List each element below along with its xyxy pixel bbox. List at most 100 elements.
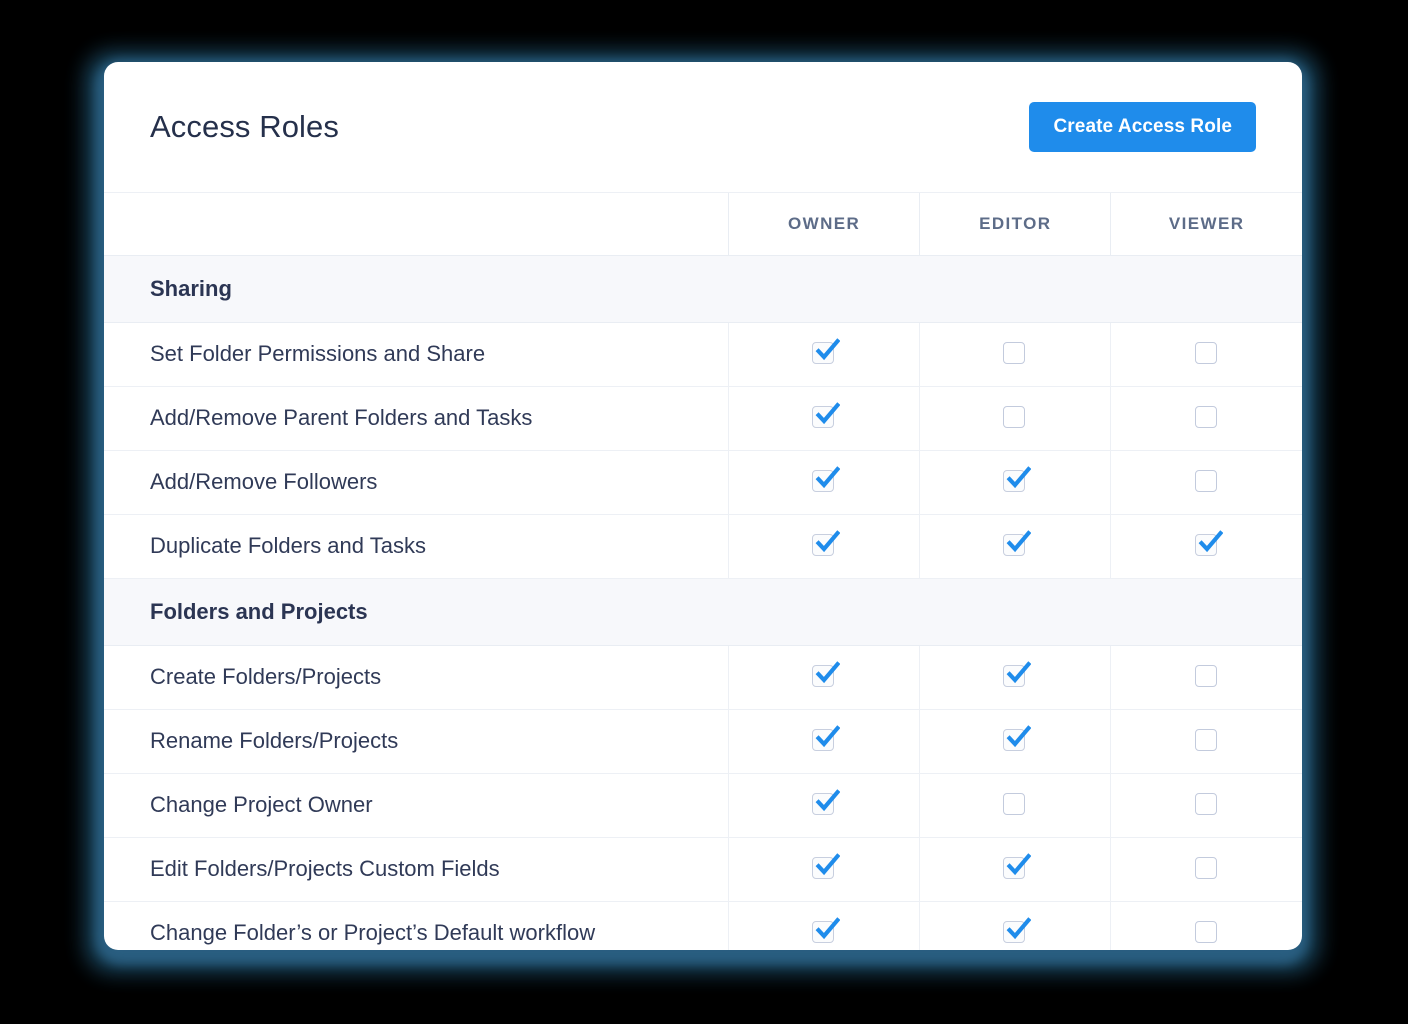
cell-viewer[interactable]: [1110, 837, 1302, 902]
table-row: Change Project Owner: [104, 773, 1302, 838]
cell-owner[interactable]: [728, 901, 920, 950]
checkbox-checked-icon[interactable]: [812, 338, 841, 366]
card-header: Access Roles Create Access Role: [104, 62, 1302, 193]
checkbox-checked-icon[interactable]: [812, 853, 841, 881]
checkbox-checked-icon[interactable]: [1003, 853, 1032, 881]
cell-owner[interactable]: [728, 322, 920, 387]
cell-editor[interactable]: [919, 773, 1111, 838]
column-header-viewer: VIEWER: [1110, 193, 1302, 256]
cell-owner[interactable]: [728, 645, 920, 710]
checkbox-unchecked-icon[interactable]: [1194, 470, 1219, 494]
cell-viewer[interactable]: [1110, 773, 1302, 838]
checkbox-unchecked-icon[interactable]: [1194, 921, 1219, 945]
cell-viewer[interactable]: [1110, 514, 1302, 579]
checkbox-unchecked-icon[interactable]: [1003, 342, 1027, 366]
cell-viewer[interactable]: [1110, 709, 1302, 774]
section-title: Folders and Projects: [104, 577, 1302, 646]
cell-owner[interactable]: [728, 709, 920, 774]
checkbox-box: [1194, 342, 1217, 364]
checkbox-unchecked-icon[interactable]: [1194, 793, 1219, 817]
checkbox-unchecked-icon[interactable]: [1194, 665, 1219, 689]
cell-editor[interactable]: [919, 901, 1111, 950]
checkbox-checked-icon[interactable]: [1003, 530, 1032, 558]
table-row: Edit Folders/Projects Custom Fields: [104, 837, 1302, 902]
checkbox-checked-icon[interactable]: [812, 661, 841, 689]
cell-owner[interactable]: [728, 773, 920, 838]
permission-label: Change Project Owner: [104, 773, 729, 838]
permission-label: Create Folders/Projects: [104, 645, 729, 710]
access-roles-card: Access Roles Create Access Role OWNER ED…: [104, 62, 1302, 950]
checkbox-box: [1003, 793, 1026, 815]
permission-label: Change Folder’s or Project’s Default wor…: [150, 920, 596, 946]
permission-label: Set Folder Permissions and Share: [104, 322, 729, 387]
checkbox-box: [1003, 406, 1026, 428]
table-row: Add/Remove Parent Folders and Tasks: [104, 386, 1302, 451]
checkbox-checked-icon[interactable]: [1003, 466, 1032, 494]
checkbox-checked-icon[interactable]: [812, 725, 841, 753]
checkbox-checked-icon[interactable]: [1003, 725, 1032, 753]
table-row: Add/Remove Followers: [104, 450, 1302, 515]
cell-editor[interactable]: [919, 322, 1111, 387]
table-row: Rename Folders/Projects: [104, 709, 1302, 774]
cell-editor[interactable]: [919, 514, 1111, 579]
column-header-owner: OWNER: [728, 193, 920, 256]
screen: Access Roles Create Access Role OWNER ED…: [0, 0, 1408, 1024]
checkbox-box: [1194, 921, 1217, 944]
checkbox-box: [1194, 793, 1217, 815]
table-row: Change Folder’s or Project’s Default wor…: [104, 901, 1302, 950]
cell-owner[interactable]: [728, 450, 920, 515]
permissions-table: OWNER EDITOR VIEWER Sharing Set Folder Pe…: [104, 193, 1302, 950]
permission-label: Add/Remove Parent Folders and Tasks: [104, 386, 729, 451]
cell-viewer[interactable]: [1110, 322, 1302, 387]
checkbox-unchecked-icon[interactable]: [1194, 857, 1219, 881]
checkbox-box: [1194, 729, 1217, 751]
checkbox-checked-icon[interactable]: [1194, 530, 1223, 558]
checkbox-checked-icon[interactable]: [1003, 917, 1032, 945]
checkbox-unchecked-icon[interactable]: [1194, 406, 1219, 430]
table-section-row: Sharing: [104, 254, 1302, 323]
section-title: Sharing: [104, 254, 1302, 323]
cell-editor[interactable]: [919, 837, 1111, 902]
checkbox-checked-icon[interactable]: [1003, 661, 1032, 689]
checkbox-box: [1194, 665, 1217, 687]
table-row: Set Folder Permissions and Share: [104, 322, 1302, 387]
permission-label: Add/Remove Followers: [104, 450, 729, 515]
checkbox-checked-icon[interactable]: [812, 402, 841, 430]
checkbox-unchecked-icon[interactable]: [1003, 406, 1027, 430]
cell-editor[interactable]: [919, 450, 1111, 515]
cell-editor[interactable]: [919, 709, 1111, 774]
table-body: Sharing Set Folder Permissions and Share A…: [104, 254, 1302, 950]
cell-owner[interactable]: [728, 837, 920, 902]
table-header-row: OWNER EDITOR VIEWER: [104, 193, 1302, 256]
checkbox-checked-icon[interactable]: [812, 917, 841, 945]
table-row: Create Folders/Projects: [104, 645, 1302, 710]
checkbox-unchecked-icon[interactable]: [1194, 342, 1219, 366]
checkbox-box: [1194, 857, 1217, 879]
permission-label: Rename Folders/Projects: [104, 709, 729, 774]
cell-editor[interactable]: [919, 386, 1111, 451]
checkbox-checked-icon[interactable]: [812, 789, 841, 817]
create-access-role-button[interactable]: Create Access Role: [1029, 102, 1256, 152]
checkbox-box: [1194, 470, 1217, 492]
checkbox-unchecked-icon[interactable]: [1194, 729, 1219, 753]
cell-editor[interactable]: [919, 645, 1111, 710]
column-header-editor: EDITOR: [919, 193, 1111, 256]
cell-viewer[interactable]: [1110, 450, 1302, 515]
cell-owner[interactable]: [728, 514, 920, 579]
page-title: Access Roles: [150, 109, 339, 144]
cell-viewer[interactable]: [1110, 386, 1302, 451]
cell-owner[interactable]: [728, 386, 920, 451]
checkbox-checked-icon[interactable]: [812, 530, 841, 558]
table-header: OWNER EDITOR VIEWER: [104, 193, 1302, 256]
cell-viewer[interactable]: [1110, 645, 1302, 710]
table-row: Duplicate Folders and Tasks: [104, 514, 1302, 579]
checkbox-box: [1003, 342, 1026, 364]
checkbox-box: [1194, 406, 1217, 428]
table-section-row: Folders and Projects: [104, 577, 1302, 646]
cell-viewer[interactable]: [1110, 901, 1302, 950]
table-header-blank: [104, 193, 729, 256]
permission-label: Duplicate Folders and Tasks: [104, 514, 729, 579]
checkbox-checked-icon[interactable]: [812, 466, 841, 494]
permission-label: Edit Folders/Projects Custom Fields: [104, 837, 729, 902]
checkbox-unchecked-icon[interactable]: [1003, 793, 1027, 817]
